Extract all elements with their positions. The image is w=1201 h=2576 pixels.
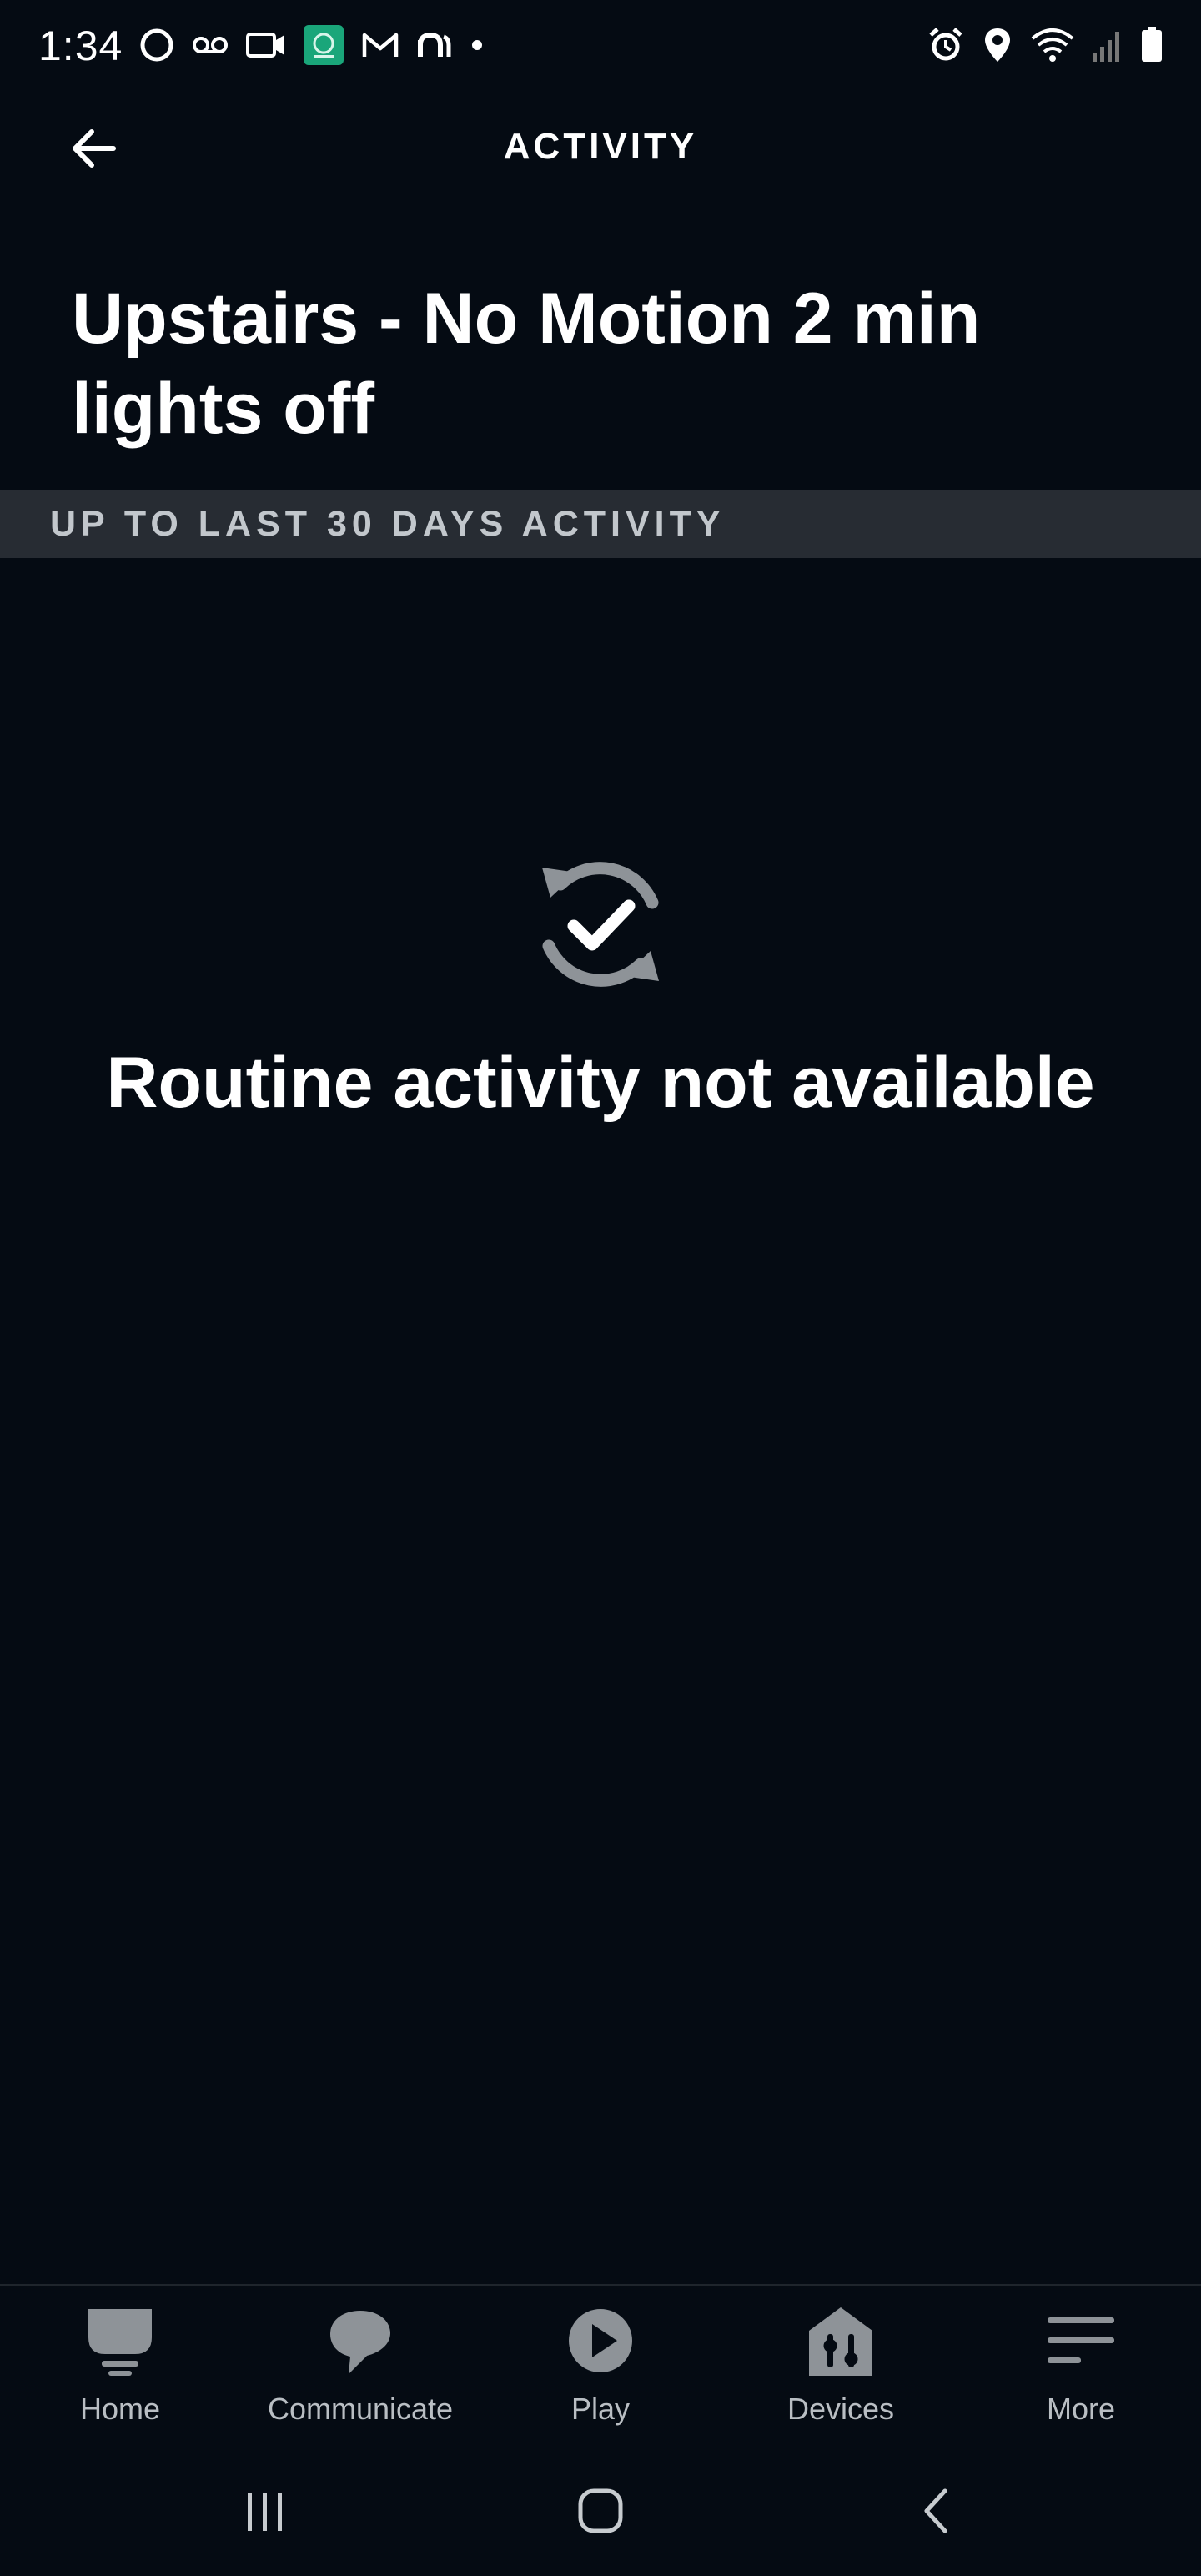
home-circle-icon xyxy=(578,2488,623,2533)
section-label: UP TO LAST 30 DAYS ACTIVITY xyxy=(50,504,726,544)
app-header: ACTIVITY xyxy=(0,92,1201,192)
home-icon xyxy=(88,2309,152,2376)
location-icon xyxy=(985,28,1010,62)
more-notifications-dot-icon xyxy=(472,40,482,50)
recent-apps-icon xyxy=(248,2493,282,2531)
page-title: ACTIVITY xyxy=(503,126,698,167)
nav-label-more: More xyxy=(1046,2392,1116,2426)
system-navigation-bar xyxy=(0,2453,1201,2576)
nav-play[interactable]: Play xyxy=(500,2306,701,2439)
nest-icon xyxy=(418,32,451,57)
menu-icon xyxy=(1048,2317,1114,2363)
wifi-icon xyxy=(1031,28,1074,62)
nav-devices[interactable]: Devices xyxy=(741,2306,941,2439)
empty-state-message: Routine activity not available xyxy=(106,1043,1095,1123)
routine-title: Upstairs - No Motion 2 min lights off xyxy=(72,279,981,449)
nav-home[interactable]: Home xyxy=(20,2306,220,2439)
status-time: 1:34 xyxy=(38,23,123,69)
app-badge-icon xyxy=(304,25,344,65)
recent-apps-button[interactable] xyxy=(219,2469,310,2553)
devices-icon xyxy=(809,2307,872,2376)
nav-more[interactable]: More xyxy=(981,2306,1181,2439)
notification-icons xyxy=(138,23,487,67)
play-icon xyxy=(569,2309,632,2372)
alexa-ring-icon xyxy=(140,28,173,62)
home-system-button[interactable] xyxy=(555,2469,646,2553)
alarm-icon xyxy=(929,28,962,61)
battery-icon xyxy=(1142,27,1162,62)
speech-bubble-icon xyxy=(330,2311,390,2374)
chevron-left-icon xyxy=(924,2488,947,2533)
section-header: UP TO LAST 30 DAYS ACTIVITY xyxy=(0,490,1201,558)
system-status-icons xyxy=(926,23,1164,67)
nav-label-communicate: Communicate xyxy=(267,2392,454,2426)
status-bar: 1:34 xyxy=(0,0,1201,92)
system-back-button[interactable] xyxy=(891,2469,982,2553)
signal-icon xyxy=(1093,32,1119,62)
voicemail-icon xyxy=(193,37,228,53)
bottom-navigation: Home Communicate Play Devices More xyxy=(0,2284,1201,2453)
nav-label-home: Home xyxy=(79,2392,161,2426)
nav-label-devices: Devices xyxy=(786,2392,895,2426)
nav-label-play: Play xyxy=(570,2392,631,2426)
routine-check-icon xyxy=(542,862,659,987)
video-call-icon xyxy=(246,33,284,58)
nav-communicate[interactable]: Communicate xyxy=(260,2306,460,2439)
gmail-icon xyxy=(362,33,399,57)
